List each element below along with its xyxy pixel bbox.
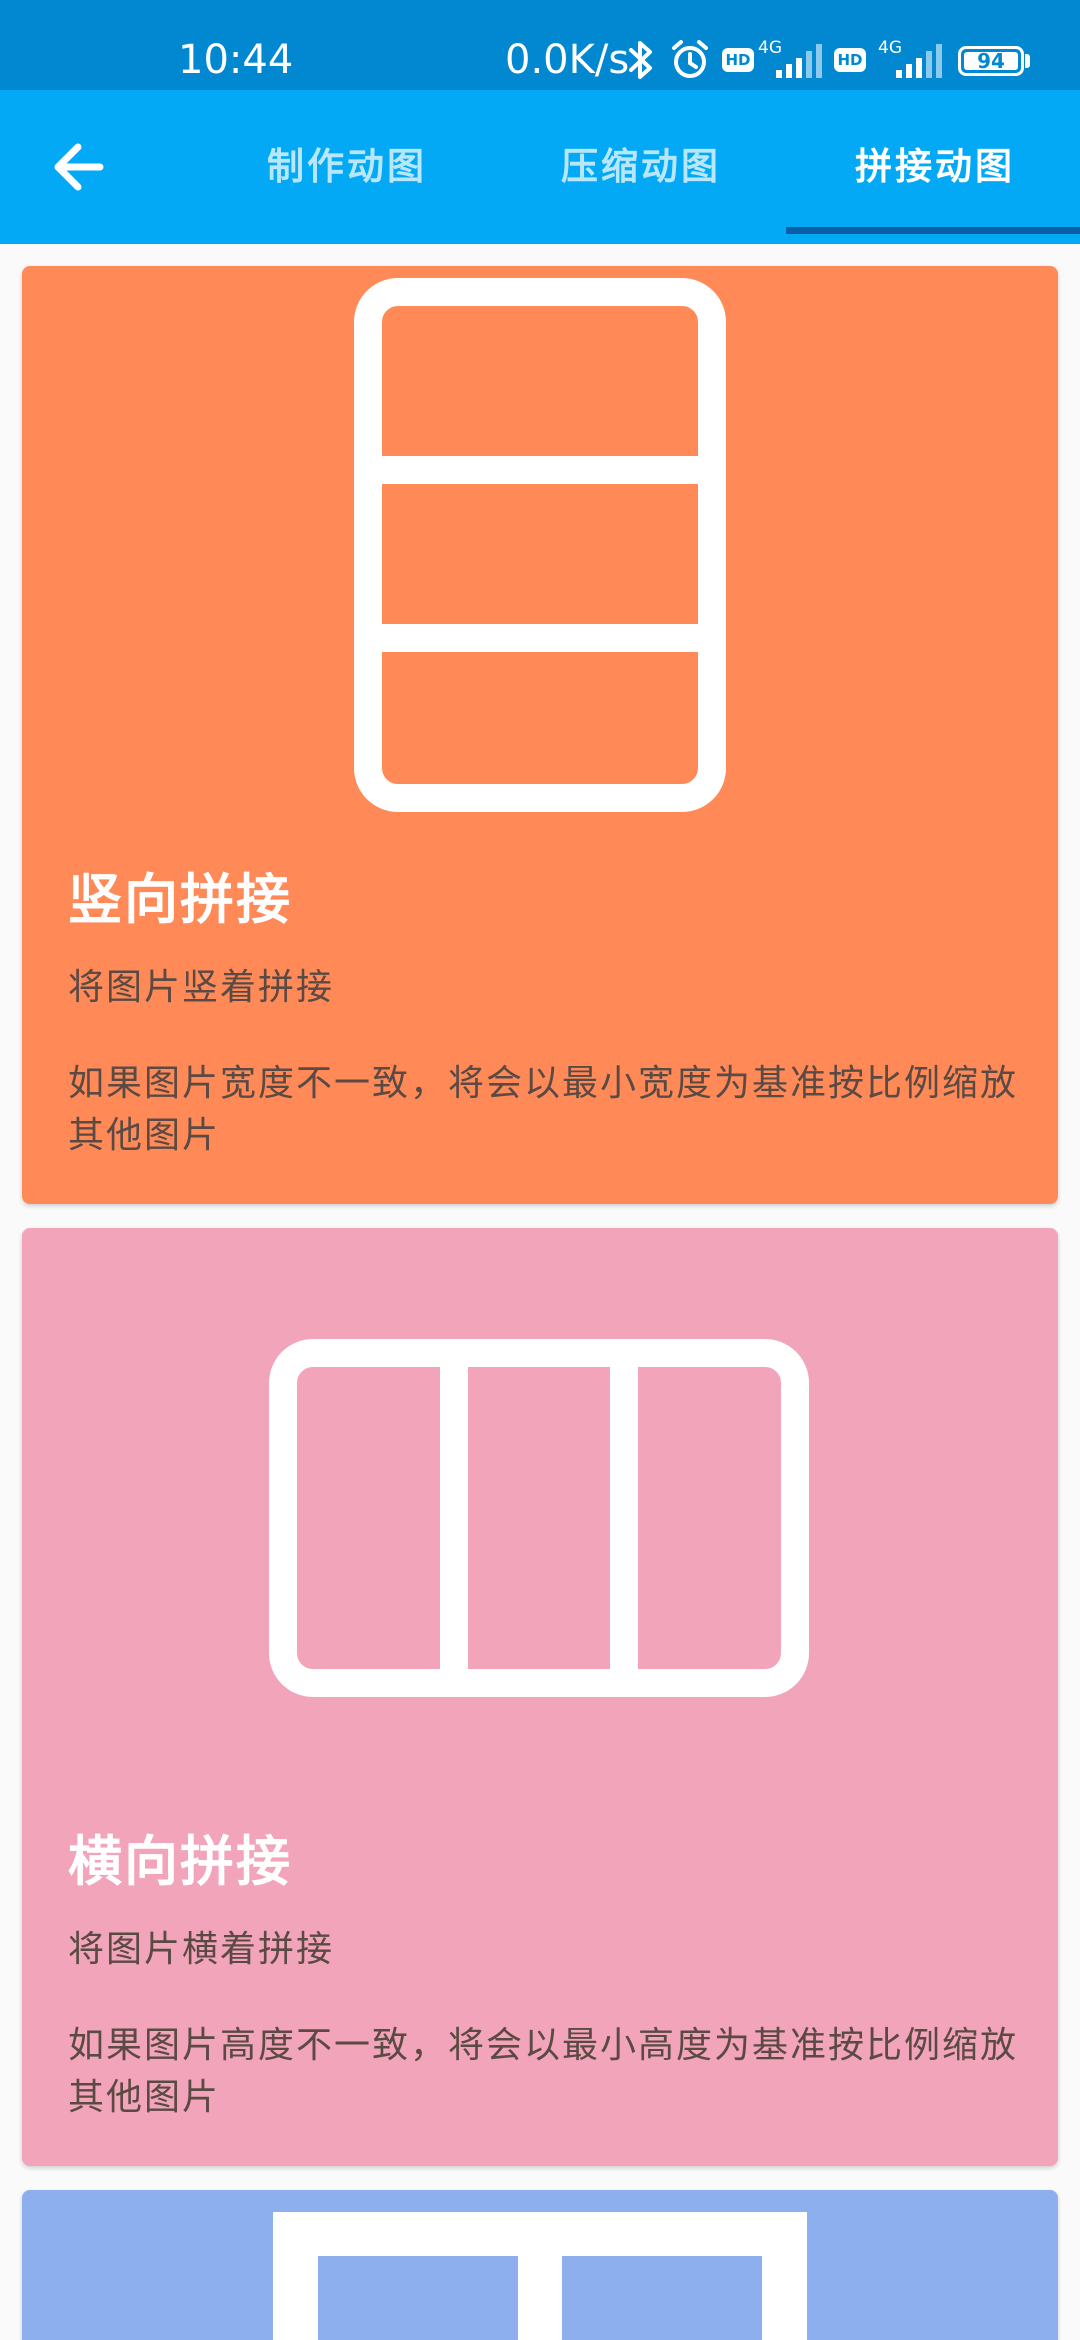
horizontal-stitch-icon xyxy=(269,1339,809,1697)
hd-badge-1: HD xyxy=(722,48,754,72)
status-bar: 10:44 0.0K/s HD 4G HD 4G 94 xyxy=(0,0,1080,90)
card-subtitle: 将图片竖着拼接 xyxy=(68,967,335,1008)
battery-percent: 94 xyxy=(977,49,1005,73)
card-title: 竖向拼接 xyxy=(68,868,292,931)
grid-stitch-icon xyxy=(273,2212,807,2340)
arrow-left-icon xyxy=(54,143,104,191)
signal-icon xyxy=(896,44,942,78)
alarm-icon xyxy=(672,40,708,78)
app-bar: 制作动图 压缩动图 拼接动图 xyxy=(0,90,1080,244)
card-horizontal-stitch[interactable]: 横向拼接 将图片横着拼接 如果图片高度不一致，将会以最小高度为基准按比例缩放其他… xyxy=(22,1228,1058,2166)
status-time: 10:44 xyxy=(178,37,294,83)
net-speed: 0.0K/s xyxy=(505,37,630,83)
card-description: 如果图片宽度不一致，将会以最小宽度为基准按比例缩放其他图片 xyxy=(68,1063,1019,1156)
tab-make-gif[interactable]: 制作动图 xyxy=(202,90,492,244)
back-button[interactable] xyxy=(40,127,120,207)
vertical-stitch-icon xyxy=(354,278,726,812)
card-title: 横向拼接 xyxy=(68,1830,292,1893)
card-grid-stitch[interactable] xyxy=(22,2190,1058,2340)
battery-indicator: 94 xyxy=(958,46,1024,76)
card-description: 如果图片高度不一致，将会以最小高度为基准按比例缩放其他图片 xyxy=(68,2025,1019,2118)
tab-stitch-gif[interactable]: 拼接动图 xyxy=(790,90,1080,244)
tab-compress-gif[interactable]: 压缩动图 xyxy=(496,90,786,244)
card-vertical-stitch[interactable]: 竖向拼接 将图片竖着拼接 如果图片宽度不一致，将会以最小宽度为基准按比例缩放其他… xyxy=(22,266,1058,1204)
tab-indicator xyxy=(786,227,1080,234)
bluetooth-icon xyxy=(629,41,652,79)
hd-badge-2: HD xyxy=(834,48,866,72)
signal-icon xyxy=(776,44,822,78)
battery-tip xyxy=(1025,54,1030,68)
card-subtitle: 将图片横着拼接 xyxy=(68,1929,335,1970)
